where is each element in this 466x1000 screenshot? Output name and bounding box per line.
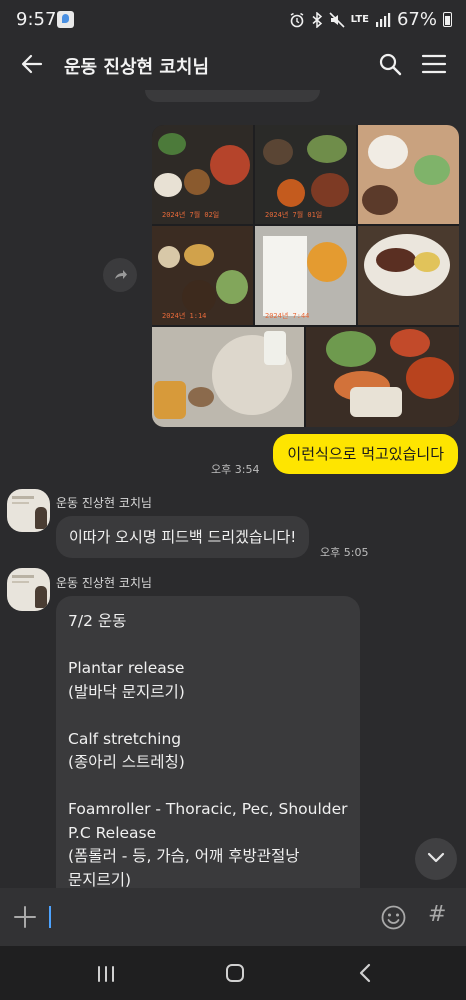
message-input[interactable]: [44, 900, 364, 934]
message-line: (폼롤러 - 등, 가슴, 어깨 후방관절낭: [68, 847, 300, 865]
app-notification-icon: [57, 11, 74, 28]
nav-back-icon[interactable]: [358, 963, 372, 983]
text-cursor: [49, 906, 51, 928]
food-photo[interactable]: 2024년 7월 01일: [255, 125, 356, 224]
food-photo[interactable]: 2024년 1:14: [152, 226, 253, 325]
message-line: Calf stretching: [68, 729, 182, 748]
my-message-bubble[interactable]: 이런식으로 먹고있습니다: [273, 434, 458, 474]
photo-stamp: 2024년 7:44: [265, 312, 310, 320]
message-line: Plantar release: [68, 659, 185, 677]
coach-message-bubble[interactable]: 7/2 운동 Plantar release (발바닥 문지르기) Calf s…: [56, 596, 360, 888]
status-time: 9:57: [16, 9, 57, 30]
message-line: 문지르기): [68, 870, 132, 889]
hashtag-icon[interactable]: #: [428, 902, 446, 927]
message-time: 오후 3:54: [211, 463, 260, 476]
share-icon[interactable]: [103, 258, 137, 292]
previous-message-bubble: [145, 90, 320, 102]
message-input-bar: #: [0, 888, 466, 946]
message-line: P.C Release: [68, 823, 157, 842]
system-nav-bar: [0, 946, 466, 1000]
bluetooth-icon: [312, 11, 322, 28]
home-icon[interactable]: [226, 964, 244, 982]
message-line: Foamroller - Thoracic, Pec, Shoulder: [68, 800, 348, 818]
message-line: (종아리 스트레칭): [68, 753, 185, 771]
message-line: 7/2 운동: [68, 612, 127, 630]
photo-grid[interactable]: 2024년 7월 02일 2024년 7월 01일 2024년 1:14 202…: [152, 125, 459, 427]
food-photo[interactable]: [152, 327, 304, 427]
sender-name: 운동 진상현 코치님: [56, 576, 152, 590]
avatar[interactable]: [7, 568, 50, 611]
signal-icon: [375, 13, 391, 27]
food-photo[interactable]: [358, 226, 459, 325]
message-line: [68, 704, 348, 728]
coach-message-bubble[interactable]: 이따가 오시명 피드백 드리겠습니다!: [56, 516, 310, 558]
food-photo[interactable]: 2024년 7월 02일: [152, 125, 253, 224]
food-photo[interactable]: [306, 327, 459, 427]
photo-stamp: 2024년 7월 01일: [265, 211, 323, 219]
network-type: LTE: [350, 13, 369, 25]
message-line: (발바닥 문지르기): [68, 682, 185, 701]
chat-header: 운동 진상현 코치님: [0, 40, 466, 90]
status-icons: LTE 67%: [289, 9, 452, 30]
chat-title: 운동 진상현 코치님: [64, 57, 210, 78]
scroll-to-bottom-button[interactable]: [415, 838, 457, 880]
chevron-down-icon: [427, 852, 445, 863]
photo-stamp: 2024년 7월 02일: [162, 211, 220, 219]
mute-icon: [329, 11, 345, 28]
emoji-icon[interactable]: [381, 905, 406, 930]
message-line: [68, 775, 348, 799]
plus-icon[interactable]: [13, 905, 37, 929]
message-line: [68, 634, 348, 658]
message-time: 오후 5:05: [320, 546, 369, 559]
arrow-left-icon[interactable]: [20, 52, 44, 76]
battery-icon: [443, 12, 452, 27]
message-list[interactable]: 2024년 7월 02일 2024년 7월 01일 2024년 1:14 202…: [0, 90, 466, 888]
battery-percent: 67%: [396, 9, 437, 30]
photo-stamp: 2024년 1:14: [162, 312, 207, 320]
sender-name: 운동 진상현 코치님: [56, 496, 152, 510]
recent-apps-icon[interactable]: [96, 965, 116, 983]
search-icon[interactable]: [378, 52, 402, 76]
alarm-icon: [290, 12, 303, 27]
avatar[interactable]: [7, 489, 50, 532]
status-bar: 9:57 LTE 67%: [0, 0, 466, 40]
hamburger-menu-icon[interactable]: [421, 52, 447, 76]
food-photo[interactable]: 2024년 7:44: [255, 226, 356, 325]
food-photo[interactable]: [358, 125, 459, 224]
